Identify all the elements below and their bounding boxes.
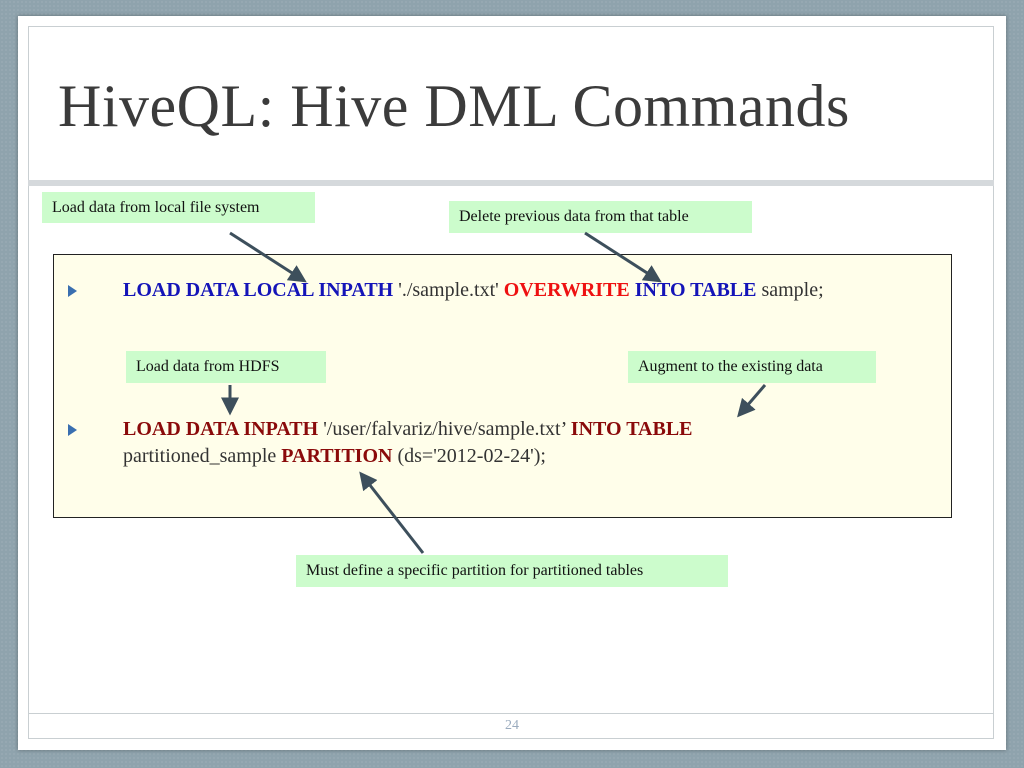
callout-load-from-hdfs: Load data from HDFS	[126, 351, 326, 383]
callout-define-partition: Must define a specific partition for par…	[296, 555, 728, 587]
code-hdfs-path: '/user/falvariz/hive/sample.txt’	[318, 418, 571, 440]
code-table-sample: sample;	[756, 279, 824, 301]
slide-title: HiveQL: Hive DML Commands	[58, 73, 850, 139]
keyword-load-data-local-inpath: LOAD DATA LOCAL INPATH	[123, 279, 394, 301]
code-line-load-local: LOAD DATA LOCAL INPATH './sample.txt' OV…	[123, 279, 824, 302]
bullet-icon	[68, 424, 77, 436]
keyword-overwrite: OVERWRITE	[503, 279, 630, 301]
keyword-into-table: INTO TABLE	[570, 418, 693, 440]
keyword-load-data-inpath: LOAD DATA INPATH	[123, 418, 319, 440]
code-line-load-hdfs: LOAD DATA INPATH '/user/falvariz/hive/sa…	[123, 418, 693, 441]
footer-divider	[28, 713, 994, 714]
keyword-partition: PARTITION	[281, 445, 393, 467]
code-partition-spec: (ds='2012-02-24');	[392, 445, 546, 467]
callout-delete-previous-data: Delete previous data from that table	[449, 201, 752, 233]
keyword-into-table: INTO TABLE	[629, 279, 757, 301]
page-number: 24	[505, 718, 519, 733]
code-local-path: './sample.txt'	[393, 279, 504, 301]
callout-augment-existing-data: Augment to the existing data	[628, 351, 876, 383]
code-box: LOAD DATA LOCAL INPATH './sample.txt' OV…	[53, 254, 952, 518]
code-table-partitioned-sample: partitioned_sample	[123, 445, 282, 467]
bullet-icon	[68, 285, 77, 297]
code-line-partition: partitioned_sample PARTITION (ds='2012-0…	[123, 445, 546, 468]
callout-local-file-system: Load data from local file system	[42, 192, 315, 223]
title-divider	[28, 180, 994, 186]
